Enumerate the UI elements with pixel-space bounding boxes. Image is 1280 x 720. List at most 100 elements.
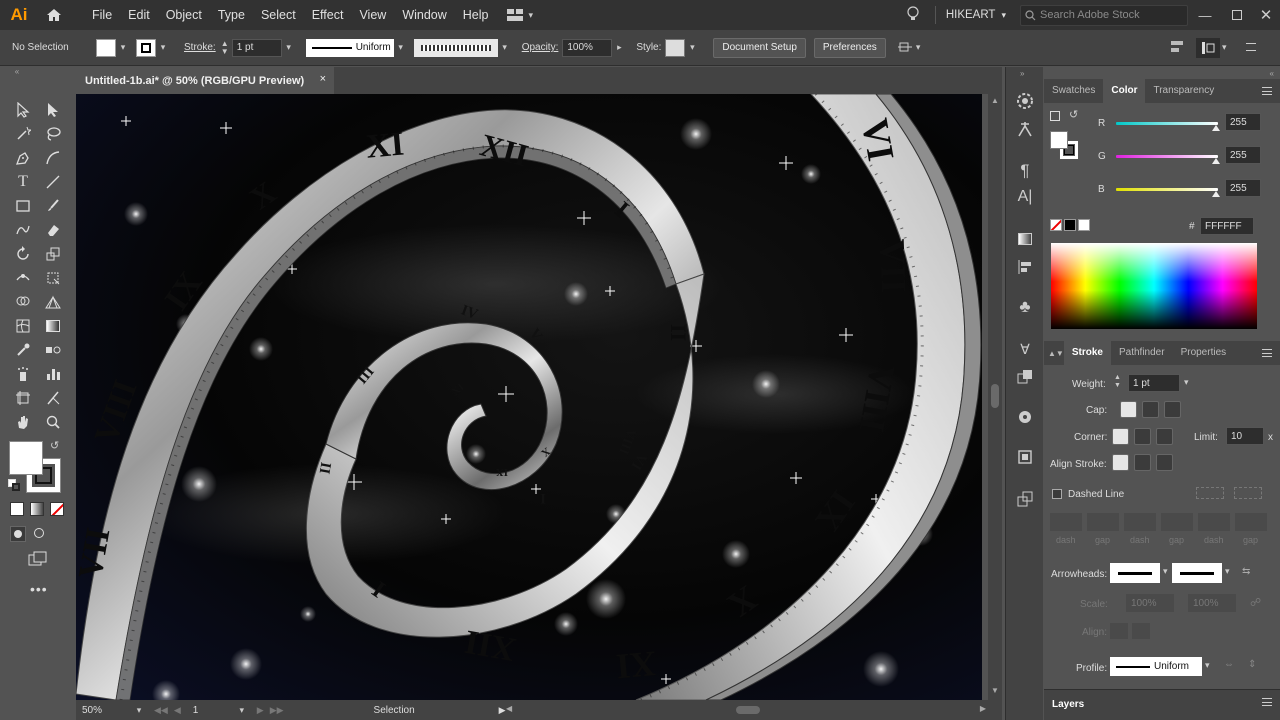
dash-align-icon[interactable]: [1234, 487, 1262, 499]
scroll-left-icon[interactable]: ◀: [506, 704, 512, 713]
align-panel-dock-icon[interactable]: [1015, 257, 1035, 277]
horizontal-scroll-thumb[interactable]: [736, 706, 760, 714]
paragraph-icon[interactable]: ¶: [1015, 161, 1035, 181]
color-guide-icon[interactable]: [1015, 91, 1035, 111]
opacity-label[interactable]: Opacity:: [518, 42, 563, 53]
link-scale-icon[interactable]: ☍: [1250, 596, 1261, 609]
fill-mini-icon[interactable]: [1050, 111, 1060, 121]
curvature-tool-icon[interactable]: [42, 147, 64, 169]
close-document-icon[interactable]: ×: [320, 73, 326, 85]
start-arrowhead-select[interactable]: [1110, 563, 1160, 583]
variable-width-profile[interactable]: Uniform: [305, 38, 394, 57]
menu-window[interactable]: Window: [394, 0, 454, 30]
align-outside-button[interactable]: [1156, 454, 1173, 471]
stroke-panel-collapse-icon[interactable]: ▲▼: [1044, 349, 1064, 358]
fill-dropdown-icon[interactable]: ▾: [116, 42, 130, 53]
start-arrowhead-dropdown[interactable]: ▾: [1163, 566, 1168, 577]
r-slider[interactable]: [1116, 122, 1218, 125]
tab-stroke[interactable]: Stroke: [1063, 341, 1111, 365]
stroke-weight-dropdown[interactable]: ▾: [282, 42, 296, 53]
bevel-join-button[interactable]: [1156, 428, 1173, 445]
perspective-grid-tool-icon[interactable]: [42, 291, 64, 313]
hex-value[interactable]: FFFFFF: [1200, 217, 1254, 235]
first-artboard-icon[interactable]: ◀◀: [154, 705, 168, 716]
dashed-line-checkbox[interactable]: [1052, 489, 1062, 499]
r-value[interactable]: 255: [1225, 113, 1261, 131]
b-value[interactable]: 255: [1225, 179, 1261, 197]
scroll-right-icon[interactable]: ▶: [980, 704, 986, 713]
eraser-tool-icon[interactable]: [42, 219, 64, 241]
panels-collapse-icon[interactable]: «: [1270, 69, 1274, 78]
projecting-cap-button[interactable]: [1164, 401, 1181, 418]
symbol-sprayer-tool-icon[interactable]: [12, 363, 34, 385]
paintbrush-tool-icon[interactable]: [42, 195, 64, 217]
artboards-icon[interactable]: [1015, 447, 1035, 467]
type-tool-icon[interactable]: T: [12, 171, 34, 193]
default-colors-icon[interactable]: [8, 479, 20, 491]
none-mode-icon[interactable]: [50, 502, 64, 516]
zoom-tool-icon[interactable]: [42, 411, 64, 433]
menu-file[interactable]: File: [84, 0, 120, 30]
dock-collapse-icon[interactable]: »: [1020, 69, 1024, 78]
direct-selection-tool-icon[interactable]: [42, 99, 64, 121]
butt-cap-button[interactable]: [1120, 401, 1137, 418]
tab-pathfinder[interactable]: Pathfinder: [1111, 341, 1173, 365]
edit-toolbar-icon[interactable]: •••: [30, 581, 48, 597]
mesh-tool-icon[interactable]: [12, 315, 34, 337]
stroke-stepper-icon[interactable]: ▲ ▼: [220, 39, 230, 56]
selection-tool-icon[interactable]: [12, 99, 34, 121]
blend-tool-icon[interactable]: [42, 339, 64, 361]
document-tab[interactable]: Untitled-1b.ai* @ 50% (RGB/GPU Preview) …: [76, 67, 334, 94]
black-color-icon[interactable]: [1064, 219, 1076, 231]
color-panel-menu-icon[interactable]: [1262, 87, 1272, 95]
document-setup-button[interactable]: Document Setup: [713, 37, 806, 58]
line-segment-tool-icon[interactable]: [42, 171, 64, 193]
transform-dropdown[interactable]: ▾: [1222, 42, 1227, 53]
stroke-weight-field[interactable]: 1 pt: [231, 38, 282, 57]
style-dropdown[interactable]: ▾: [685, 42, 699, 53]
gradient-tool-icon[interactable]: [42, 315, 64, 337]
color-spectrum[interactable]: [1051, 243, 1257, 329]
gradient-mode-icon[interactable]: [30, 502, 44, 516]
draw-normal-icon[interactable]: [10, 526, 26, 542]
magic-wand-tool-icon[interactable]: [12, 123, 34, 145]
artboard-dropdown[interactable]: ▾: [235, 705, 249, 716]
menu-view[interactable]: View: [351, 0, 394, 30]
scroll-up-icon[interactable]: ▲: [991, 96, 999, 105]
shape-builder-tool-icon[interactable]: [12, 291, 34, 313]
workspace-switcher[interactable]: HIKEART ▾: [946, 9, 1006, 21]
tab-transparency[interactable]: Transparency: [1145, 79, 1222, 103]
menu-type[interactable]: Type: [210, 0, 253, 30]
menu-effect[interactable]: Effect: [304, 0, 352, 30]
menu-select[interactable]: Select: [253, 0, 304, 30]
draw-behind-icon[interactable]: [32, 526, 46, 540]
dash-preserve-icon[interactable]: [1196, 487, 1224, 499]
stock-search-input[interactable]: Search Adobe Stock: [1020, 4, 1188, 26]
arrange-icon[interactable]: ▾: [897, 41, 920, 55]
gradient-panel-icon[interactable]: [1015, 229, 1035, 249]
weight-stepper-icon[interactable]: ▲ ▼: [1114, 374, 1121, 390]
arrange-documents-icon[interactable]: ▾: [506, 9, 533, 21]
lightbulb-icon[interactable]: [901, 5, 925, 25]
graphic-style-swatch[interactable]: [665, 38, 686, 57]
align-panel-icon[interactable]: [1170, 39, 1184, 58]
stroke-label[interactable]: Stroke:: [180, 42, 220, 53]
artboard-canvas[interactable]: XI XII I X IX VIII VII VI VII VIII IX X …: [76, 94, 982, 700]
free-transform-tool-icon[interactable]: [42, 267, 64, 289]
dash-field-2[interactable]: [1124, 513, 1156, 531]
dash-field-3[interactable]: [1198, 513, 1230, 531]
gap-field-1[interactable]: [1087, 513, 1119, 531]
hand-tool-icon[interactable]: [12, 411, 34, 433]
round-join-button[interactable]: [1134, 428, 1151, 445]
stroke-swatch[interactable]: [136, 38, 156, 57]
swap-fill-stroke-icon[interactable]: ↺: [50, 439, 59, 452]
last-artboard-icon[interactable]: ▶▶: [270, 705, 284, 716]
panel-collapse-icon[interactable]: «: [6, 67, 28, 76]
gap-field-3[interactable]: [1235, 513, 1267, 531]
dash-field-1[interactable]: [1050, 513, 1082, 531]
character-icon[interactable]: A|: [1015, 187, 1035, 207]
pen-tool-icon[interactable]: [12, 147, 34, 169]
arrow-place-button[interactable]: [1132, 623, 1150, 639]
transform-dock-icon[interactable]: [1015, 407, 1035, 427]
end-arrowhead-select[interactable]: [1172, 563, 1222, 583]
